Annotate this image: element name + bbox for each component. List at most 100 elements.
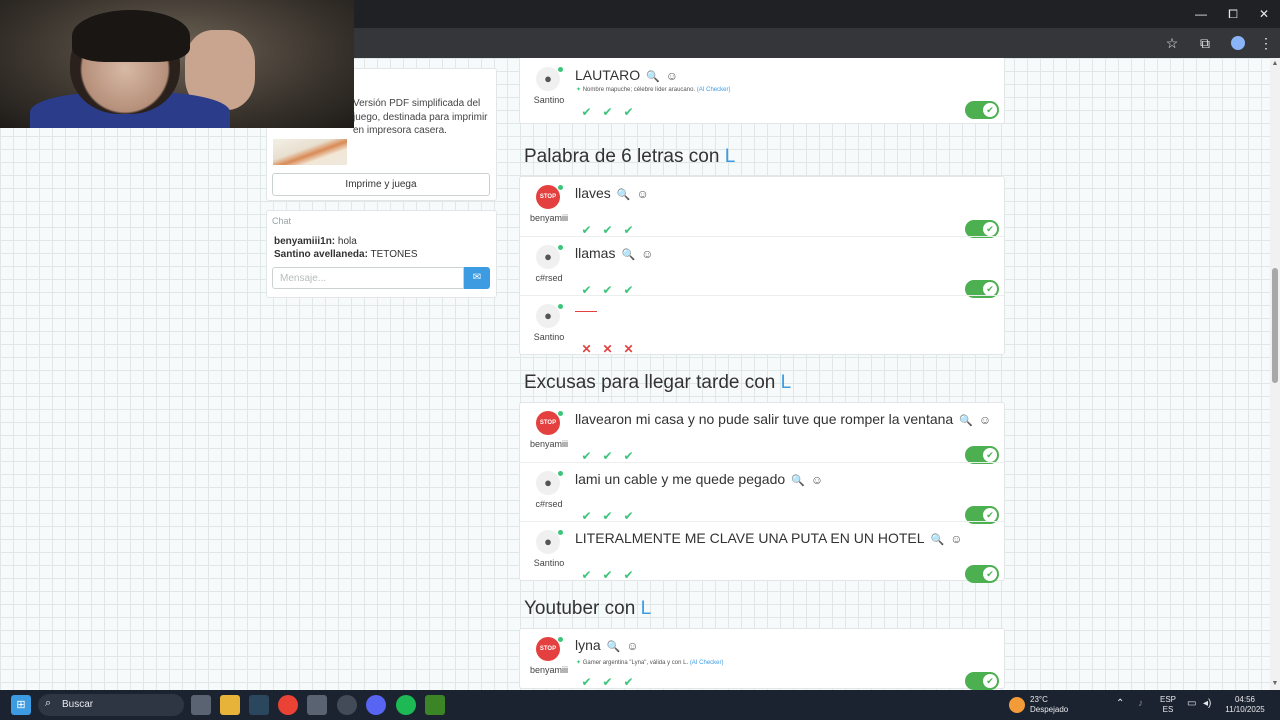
- send-icon: ✉: [472, 272, 482, 283]
- print-and-play-button[interactable]: Imprime y juega: [272, 173, 490, 196]
- answer-word: LITERALMENTE ME CLAVE UNA PUTA EN UN HOT…: [575, 530, 925, 546]
- answer-card: STOP benyamiii lyna 🔍 ☺ ✦ Gamer argentina "Ly…: [519, 628, 1005, 690]
- check-icon[interactable]: ✔: [620, 104, 637, 120]
- page-content: Versión PDF simplificada del juego, dest…: [0, 58, 1270, 690]
- profile-avatar[interactable]: [1231, 36, 1245, 50]
- clock-time[interactable]: 04:56: [1222, 695, 1268, 705]
- category-letter: L: [640, 598, 652, 619]
- search-icon[interactable]: 🔍: [617, 189, 631, 201]
- emoji-react-icon[interactable]: ☺: [950, 532, 962, 546]
- search-icon[interactable]: 🔍: [607, 641, 621, 653]
- scroll-down-arrow[interactable]: ▼: [1271, 680, 1279, 688]
- clock-date[interactable]: 11/10/2025: [1222, 705, 1268, 715]
- bookmark-star-icon[interactable]: ☆: [1162, 33, 1182, 53]
- answer-word: llaves: [575, 185, 611, 201]
- minimize-button[interactable]: —: [1186, 4, 1216, 24]
- minecraft-icon[interactable]: [425, 695, 445, 715]
- user-avatar: ●: [536, 530, 560, 554]
- chat-message-input[interactable]: [272, 267, 464, 289]
- emoji-react-icon[interactable]: ☺: [637, 187, 649, 201]
- tray-chevron-icon[interactable]: ⌃: [1116, 699, 1124, 709]
- valid-toggle[interactable]: ✔: [965, 565, 999, 583]
- emoji-react-icon[interactable]: ☺: [811, 473, 823, 487]
- language-bottom[interactable]: ES: [1158, 705, 1178, 715]
- note-source: (AI Checker): [696, 87, 731, 93]
- scrollbar-thumb[interactable]: [1272, 268, 1278, 383]
- task-view-icon[interactable]: [191, 695, 211, 715]
- scroll-up-arrow[interactable]: ▲: [1271, 60, 1279, 68]
- note-text: Gamer argentina "Lyna", válida y con L.: [582, 660, 689, 666]
- answer-text: LAUTARO 🔍 ☺: [575, 67, 678, 83]
- network-icon[interactable]: ▭: [1187, 699, 1196, 709]
- check-icon[interactable]: ✔: [578, 104, 595, 120]
- spotify-icon[interactable]: [396, 695, 416, 715]
- check-icon[interactable]: ✔: [578, 674, 595, 690]
- browser-menu-icon[interactable]: ⋮: [1256, 33, 1276, 53]
- search-icon[interactable]: 🔍: [646, 71, 660, 83]
- store-icon[interactable]: [307, 695, 327, 715]
- check-icon: ✔: [983, 448, 997, 462]
- answer-row: ● c#rsed llamas 🔍 ☺ ✔ ✔ ✔ ✔: [520, 236, 1004, 298]
- check-icon: ✔: [983, 508, 997, 522]
- weather-icon[interactable]: [1009, 697, 1025, 713]
- category-title-text: Excusas para llegar tarde con: [524, 372, 781, 393]
- user-avatar: ●: [536, 471, 560, 495]
- discord-icon[interactable]: [366, 695, 386, 715]
- print-preview-image: [273, 139, 347, 165]
- category-title: Youtuber con L: [524, 598, 651, 620]
- emoji-react-icon[interactable]: ☺: [666, 69, 678, 83]
- answer-row: ● Santino ✕ ✕ ✕: [520, 295, 1004, 356]
- vote-list: ✕ ✕ ✕: [578, 340, 641, 356]
- valid-toggle[interactable]: ✔: [965, 672, 999, 690]
- emoji-react-icon[interactable]: ☺: [641, 247, 653, 261]
- cross-icon[interactable]: ✕: [578, 341, 595, 357]
- user-icon: ●: [544, 249, 552, 264]
- steam-icon[interactable]: [249, 695, 269, 715]
- emoji-react-icon[interactable]: ☺: [626, 639, 638, 653]
- page-scrollbar[interactable]: ▲ ▼: [1270, 58, 1280, 690]
- cross-icon[interactable]: ✕: [620, 341, 637, 357]
- chrome-icon[interactable]: [278, 695, 298, 715]
- close-window-button[interactable]: ✕: [1249, 4, 1279, 24]
- online-indicator: [558, 304, 563, 309]
- file-explorer-icon[interactable]: [220, 695, 240, 715]
- online-indicator: [558, 637, 563, 642]
- category-letter: L: [780, 372, 792, 393]
- check-icon[interactable]: ✔: [620, 567, 637, 583]
- cross-icon[interactable]: ✕: [599, 341, 616, 357]
- maximize-button[interactable]: ⧠: [1218, 4, 1248, 24]
- check-icon: ✔: [983, 282, 997, 296]
- volume-icon[interactable]: ◂): [1203, 699, 1211, 709]
- emoji-react-icon[interactable]: ☺: [979, 413, 991, 427]
- chat-send-button[interactable]: ✉: [464, 267, 490, 289]
- check-icon[interactable]: ✔: [599, 567, 616, 583]
- print-description: Versión PDF simplificada del juego, dest…: [353, 98, 488, 136]
- answer-card: ● Santino LAUTARO 🔍 ☺ ✦ Nombre mapuche; cé…: [519, 58, 1005, 124]
- check-icon[interactable]: ✔: [578, 567, 595, 583]
- search-icon[interactable]: 🔍: [791, 475, 805, 487]
- answer-card: STOP benyamiii llavearon mi casa y no pude…: [519, 402, 1005, 583]
- extensions-icon[interactable]: ⧉: [1195, 33, 1215, 53]
- stop-sign-icon: STOP: [539, 194, 557, 200]
- answer-text: lami un cable y me quede pegado 🔍 ☺: [575, 471, 823, 487]
- search-icon[interactable]: 🔍: [931, 534, 945, 546]
- category-title: Excusas para llegar tarde con L: [524, 372, 791, 394]
- check-icon[interactable]: ✔: [620, 674, 637, 690]
- check-icon[interactable]: ✔: [599, 104, 616, 120]
- valid-toggle[interactable]: ✔: [965, 101, 999, 119]
- start-button[interactable]: ⊞: [11, 695, 31, 715]
- app-icon[interactable]: [337, 695, 357, 715]
- user-icon: ●: [544, 71, 552, 86]
- taskbar-search[interactable]: ⌕ Buscar: [38, 694, 184, 716]
- category-title-text: Palabra de 6 letras con: [524, 146, 725, 167]
- online-indicator: [558, 245, 563, 250]
- sprout-icon: ✦: [576, 87, 582, 93]
- empty-answer-line: [575, 311, 597, 312]
- search-icon[interactable]: 🔍: [621, 249, 635, 261]
- search-icon[interactable]: 🔍: [959, 415, 973, 427]
- microphone-icon[interactable]: ♪: [1138, 699, 1143, 709]
- check-icon[interactable]: ✔: [599, 674, 616, 690]
- answer-text: llavearon mi casa y no pude salir tuve q…: [575, 411, 991, 427]
- user-icon: ●: [544, 475, 552, 490]
- language-top[interactable]: ESP: [1158, 695, 1178, 705]
